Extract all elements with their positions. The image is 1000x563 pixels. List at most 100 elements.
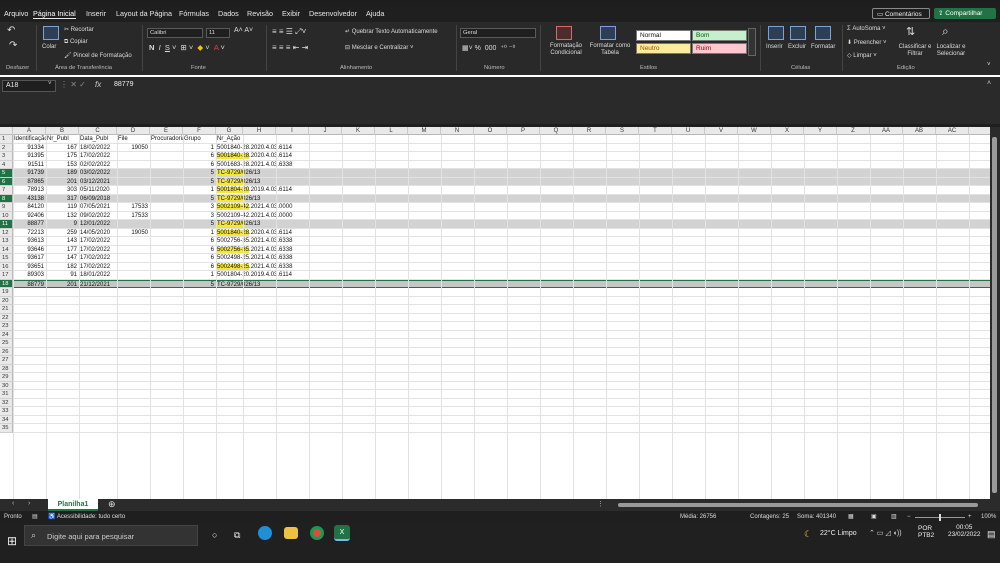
row-header[interactable]: 7 <box>0 186 13 195</box>
cell-grupo[interactable]: 6 <box>183 263 214 271</box>
cell-data-publ[interactable]: 17/02/2022 <box>80 254 117 262</box>
grow-font-icon[interactable]: A˄ A˅ <box>234 27 253 34</box>
column-header-d[interactable]: D <box>117 127 150 135</box>
cell-grupo[interactable]: 6 <box>183 254 214 262</box>
insert-cells-button[interactable]: Inserir <box>766 44 783 50</box>
column-header-k[interactable]: K <box>342 127 375 135</box>
row-header[interactable]: 1 <box>0 135 13 144</box>
cell-grupo[interactable]: 6 <box>183 246 214 254</box>
column-header-u[interactable]: U <box>672 127 705 135</box>
empty-row[interactable] <box>13 399 992 407</box>
prev-sheet-icon[interactable]: ‹ <box>12 500 14 507</box>
cell-grupo[interactable]: 6 <box>183 161 214 169</box>
empty-row[interactable] <box>13 382 992 390</box>
cell-grupo[interactable]: 3 <box>183 212 214 220</box>
cell-nr-publ[interactable]: 91 <box>46 271 77 279</box>
style-bom[interactable]: Bom <box>692 30 747 41</box>
windows-start-icon[interactable]: ⊞ <box>7 534 17 548</box>
cell-nr-publ[interactable]: 177 <box>46 246 77 254</box>
row-header[interactable]: 26 <box>0 347 13 356</box>
excel-taskbar-icon[interactable]: X <box>334 525 350 541</box>
autosum-button[interactable]: Σ AutoSoma ˅ <box>847 26 886 32</box>
tab-desenvolvedor[interactable]: Desenvolvedor <box>309 9 357 18</box>
row-header[interactable]: 19 <box>0 288 13 297</box>
row-header[interactable]: 29 <box>0 373 13 382</box>
font-name-select[interactable]: Calibri <box>147 28 203 38</box>
cell-grupo[interactable]: 6 <box>183 152 214 160</box>
cell-nr-acao[interactable]: 5001840-28.2020.4.03.6114 <box>217 144 327 152</box>
header-cell[interactable]: Data_Publ <box>80 135 117 143</box>
cell-nr-publ[interactable]: 147 <box>46 254 77 262</box>
empty-row[interactable] <box>13 305 992 314</box>
redo-icon[interactable]: ↷ <box>9 40 17 51</box>
cell-nr-publ[interactable]: 182 <box>46 263 77 271</box>
row-header[interactable]: 35 <box>0 424 13 433</box>
tab-arquivo[interactable]: Arquivo <box>4 9 28 18</box>
empty-row[interactable] <box>13 424 992 433</box>
cell-identificacao[interactable]: 88877 <box>13 220 44 228</box>
row-header[interactable]: 22 <box>0 313 13 322</box>
tab-formulas[interactable]: Fórmulas <box>179 9 209 18</box>
vertical-scroll-thumb[interactable] <box>992 137 997 493</box>
cell-nr-acao[interactable]: 5002498-25.2021.4.03.6338 <box>217 254 327 262</box>
empty-row[interactable] <box>13 288 992 297</box>
cell-nr-publ[interactable]: 167 <box>46 144 77 152</box>
empty-row[interactable] <box>13 373 992 382</box>
cell-file[interactable]: 17533 <box>117 203 148 211</box>
row-header[interactable]: 30 <box>0 381 13 390</box>
edge-icon[interactable] <box>258 526 272 540</box>
row-header[interactable]: 12 <box>0 228 13 237</box>
file-explorer-icon[interactable] <box>284 527 298 539</box>
taskbar-search-box[interactable]: ⌕ Digite aqui para pesquisar <box>24 525 198 546</box>
empty-row[interactable] <box>13 339 992 348</box>
row-header[interactable]: 8 <box>0 194 13 203</box>
sheet-tab-planilha1[interactable]: Planilha1 <box>48 499 98 511</box>
accessibility-status[interactable]: ♿ Acessibilidade: tudo certo <box>48 511 125 523</box>
column-header-m[interactable]: M <box>408 127 441 135</box>
column-header-i[interactable]: I <box>276 127 309 135</box>
paste-button[interactable]: Colar <box>42 44 56 50</box>
cell-nr-publ[interactable]: 119 <box>46 203 77 211</box>
row-header[interactable]: 4 <box>0 160 13 169</box>
cell-nr-publ[interactable]: 153 <box>46 161 77 169</box>
cell-data-publ[interactable]: 06/09/2018 <box>80 195 117 203</box>
language-indicator[interactable]: POR PTB2 <box>918 525 934 539</box>
cell-grupo[interactable]: 3 <box>183 203 214 211</box>
cell-data-publ[interactable]: 14/05/2020 <box>80 229 117 237</box>
cut-button[interactable]: ✂ Recortar <box>64 26 94 33</box>
cell-nr-acao[interactable]: 5001683-28.2021.4.03.6338 <box>217 161 327 169</box>
cell-nr-acao[interactable]: 5001804-20.2019.4.03.6114 <box>217 186 327 194</box>
clock[interactable]: 00:05 23/02/2022 <box>948 524 981 538</box>
empty-row[interactable] <box>13 365 992 373</box>
cell-data-publ[interactable]: 18/02/2022 <box>80 144 117 152</box>
row-header[interactable]: 20 <box>0 296 13 305</box>
row-header[interactable]: 14 <box>0 245 13 254</box>
fill-button[interactable]: ⬇ Preencher ˅ <box>847 39 887 46</box>
empty-row[interactable] <box>13 331 992 339</box>
cell-nr-acao[interactable]: 5002109-42.2021.4.03.0000 <box>217 203 327 211</box>
cell-nr-acao[interactable]: 5001840-28.2020.4.03.6114 <box>217 229 327 237</box>
column-header-y[interactable]: Y <box>804 127 837 135</box>
column-header-ac[interactable]: AC <box>936 127 969 135</box>
cell-nr-acao[interactable]: 5001804-20.2019.4.03.6114 <box>217 271 327 279</box>
font-size-select[interactable]: 11 <box>206 28 230 38</box>
cell-data-publ[interactable]: 09/02/2022 <box>80 212 117 220</box>
add-sheet-icon[interactable]: ⊕ <box>108 499 116 510</box>
row-header[interactable]: 3 <box>0 152 13 161</box>
empty-row[interactable] <box>13 314 992 322</box>
tab-pagina-inicial[interactable]: Página Inicial <box>33 9 76 19</box>
cell-grupo[interactable]: 5 <box>183 169 214 177</box>
align-horizontal-icons[interactable]: ≡ ≡ ≡ ⇤ ⇥ <box>272 43 308 52</box>
row-header[interactable]: 28 <box>0 364 13 373</box>
column-header-f[interactable]: F <box>183 127 216 135</box>
copy-button[interactable]: ⧉ Copiar <box>64 39 88 46</box>
empty-row[interactable] <box>13 322 992 331</box>
cell-data-publ[interactable]: 07/05/2021 <box>80 203 117 211</box>
cell-nr-acao[interactable]: 5002109-42.2021.4.03.0000 <box>217 212 327 220</box>
header-cell[interactable]: Nr_Ação <box>217 135 243 143</box>
empty-row[interactable] <box>13 390 992 399</box>
column-header-p[interactable]: P <box>507 127 540 135</box>
cell-data-publ[interactable]: 05/11/2020 <box>80 186 117 194</box>
row-header[interactable]: 2 <box>0 143 13 152</box>
paste-icon[interactable] <box>43 26 59 40</box>
